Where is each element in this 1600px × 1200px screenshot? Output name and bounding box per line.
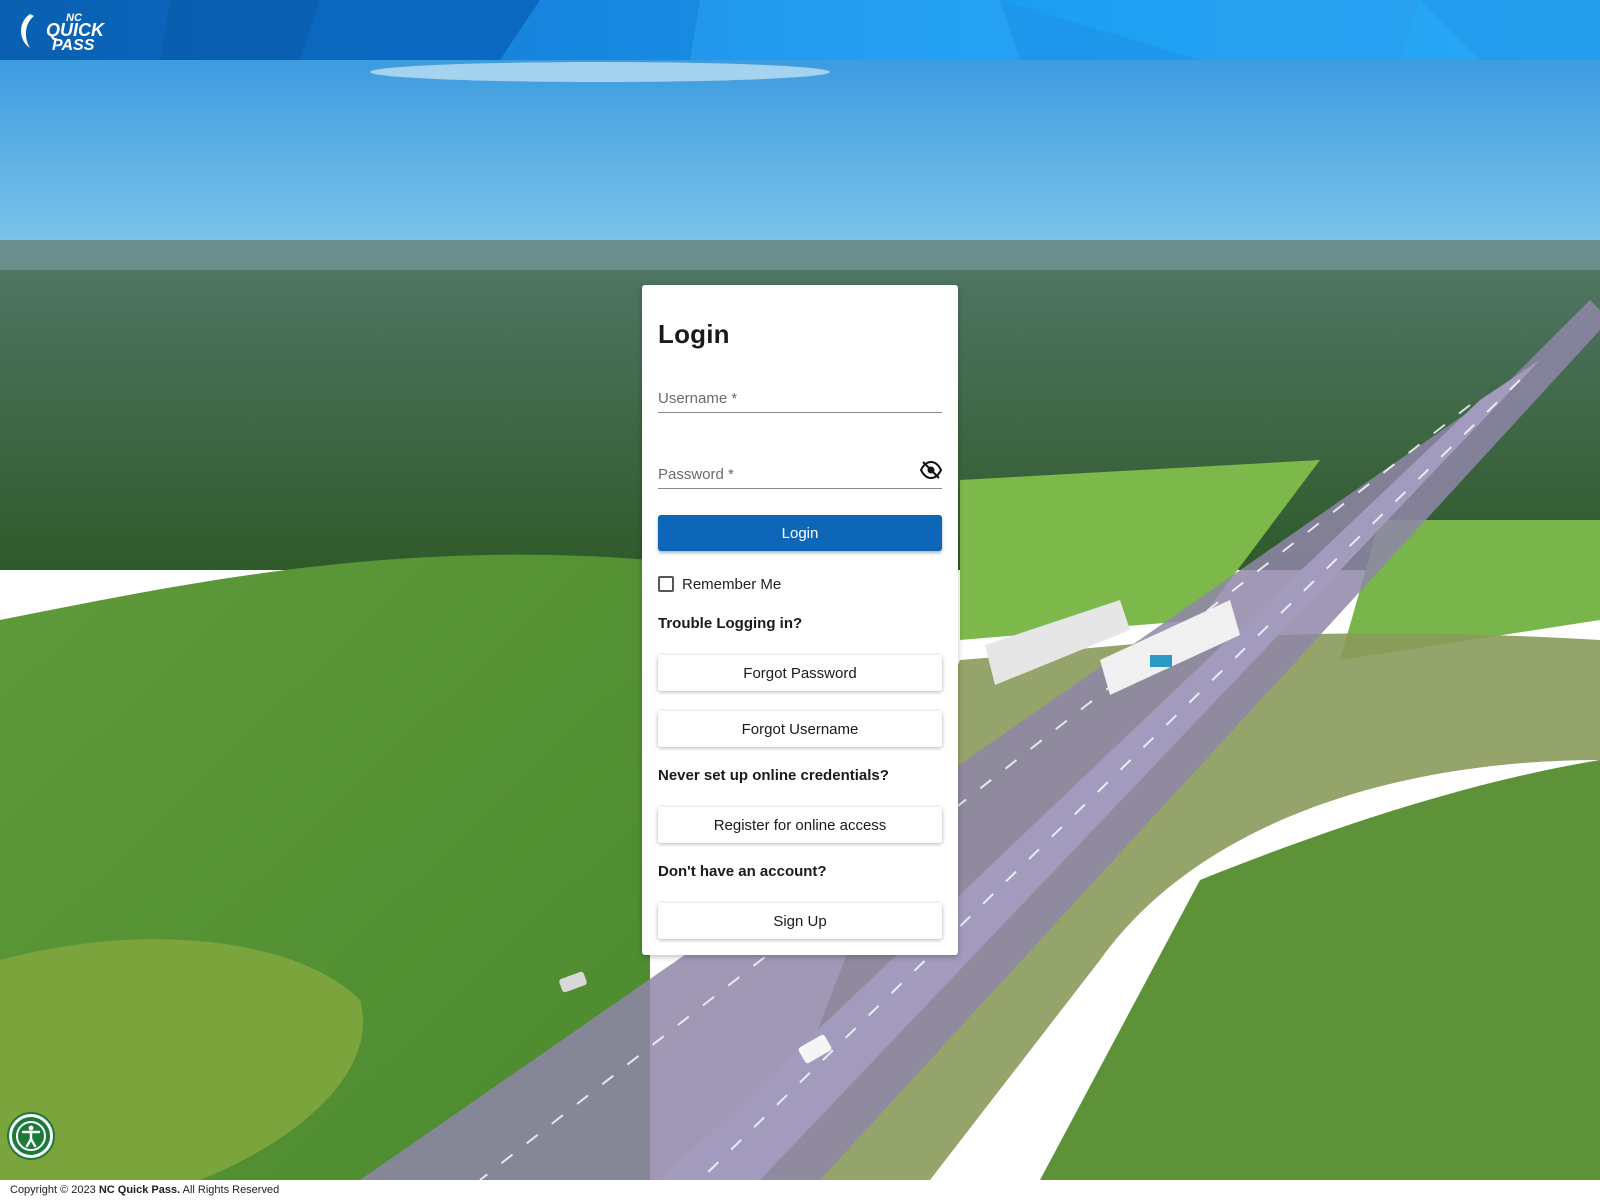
password-input[interactable] <box>658 460 942 488</box>
login-title: Login <box>658 319 730 349</box>
copyright-suffix: All Rights Reserved <box>180 1184 280 1196</box>
accessibility-icon <box>16 1121 46 1151</box>
username-field <box>658 373 942 413</box>
no-account-heading: Don't have an account? <box>658 863 827 880</box>
sign-up-button[interactable]: Sign Up <box>658 903 942 939</box>
forgot-username-button[interactable]: Forgot Username <box>658 711 942 747</box>
forgot-password-button[interactable]: Forgot Password <box>658 655 942 691</box>
copyright-brand: NC Quick Pass. <box>98 1184 181 1196</box>
footer: Copyright © 2023 NC Quick Pass. All Righ… <box>0 1180 1600 1200</box>
copyright-prefix: Copyright © 2023 <box>10 1184 99 1196</box>
accessibility-button[interactable] <box>9 1114 53 1158</box>
password-field <box>658 449 943 489</box>
username-input[interactable] <box>658 384 942 412</box>
register-button[interactable]: Register for online access <box>658 807 942 843</box>
login-button[interactable]: Login <box>658 515 942 551</box>
svg-text:PASS: PASS <box>52 37 95 52</box>
nc-quick-pass-logo[interactable]: NC QUICK PASS <box>16 8 150 52</box>
top-header: NC QUICK PASS <box>0 0 1600 60</box>
login-card: Login Login Remember Me Trouble Logging … <box>642 285 958 955</box>
remember-me-row: Remember Me <box>658 574 781 594</box>
eye-off-icon[interactable] <box>919 460 943 480</box>
remember-me-label[interactable]: Remember Me <box>682 576 781 593</box>
never-setup-heading: Never set up online credentials? <box>658 767 889 784</box>
trouble-logging-heading: Trouble Logging in? <box>658 615 803 632</box>
header-background <box>160 0 1600 60</box>
remember-me-checkbox[interactable] <box>658 576 674 592</box>
